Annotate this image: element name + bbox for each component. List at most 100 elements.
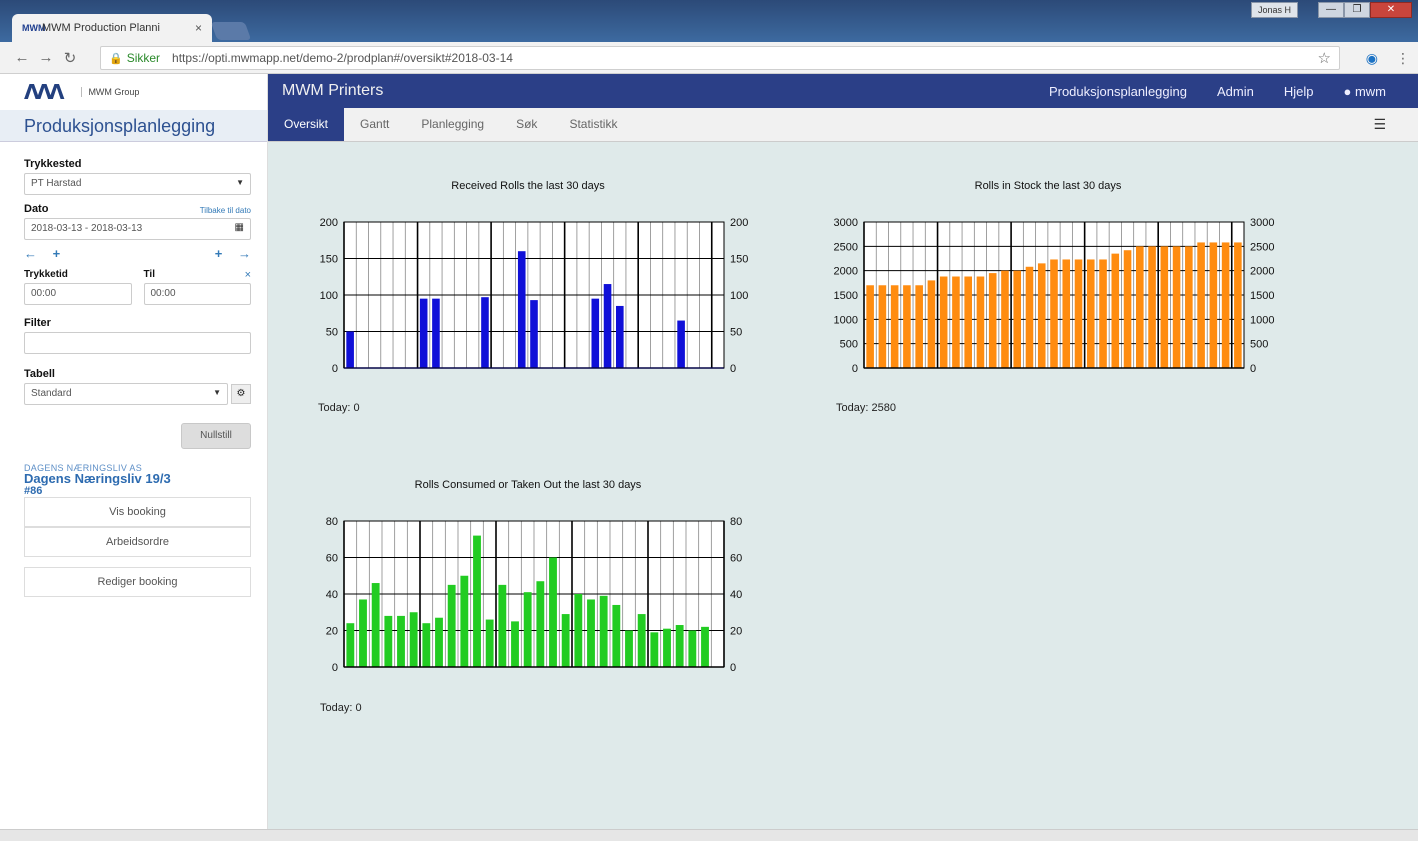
extension-icon[interactable]: ◉	[1366, 50, 1378, 67]
bar	[346, 331, 354, 368]
tab-statistikk[interactable]: Statistikk	[553, 108, 633, 141]
bar	[878, 285, 887, 368]
bar	[517, 251, 526, 368]
nullstill-button[interactable]: Nullstill	[181, 423, 251, 449]
app-root: ΛΛΛ MWM Group Produksjonsplanlegging Try…	[0, 74, 1418, 841]
browser-tab[interactable]: MWM MWM Production Planni ×	[12, 14, 212, 42]
bar	[952, 276, 960, 368]
minimize-button[interactable]: —	[1318, 2, 1344, 18]
filter-form: Trykkested PT Harstad ▼ Dato Tilbake til…	[0, 142, 267, 597]
forward-button[interactable]: →	[34, 49, 58, 66]
date-end-plus-icon[interactable]: +	[215, 246, 223, 261]
chevron-down-icon: ▼	[236, 178, 244, 187]
tab-planlegging[interactable]: Planlegging	[405, 108, 500, 141]
back-button[interactable]: ←	[10, 49, 34, 66]
top-navbar: MWM Printers Produksjonsplanlegging Admi…	[268, 74, 1418, 108]
y-tick-label-left: 2500	[834, 241, 858, 253]
nav-hjelp[interactable]: Hjelp	[1284, 84, 1314, 99]
bar	[675, 625, 684, 667]
bar	[1234, 242, 1242, 368]
address-bar[interactable]: 🔒 Sikker https://opti.mwmapp.net/demo-2/…	[100, 46, 1340, 70]
reload-button[interactable]: ↻	[58, 49, 82, 67]
tab-close-icon[interactable]: ×	[195, 21, 202, 35]
nav-user[interactable]: ● mwm	[1343, 84, 1386, 99]
bar	[561, 614, 570, 667]
nav-admin[interactable]: Admin	[1217, 84, 1254, 99]
bar	[530, 300, 538, 368]
user-icon: ●	[1343, 83, 1352, 99]
main-content: MWM Printers Produksjonsplanlegging Admi…	[268, 74, 1418, 841]
bookmark-star-icon[interactable]: ☆	[1318, 49, 1331, 67]
date-range-value: 2018-03-13 - 2018-03-13	[31, 223, 143, 234]
bar	[637, 614, 646, 667]
y-tick-label-right: 150	[730, 254, 748, 266]
bar	[422, 623, 431, 667]
tab-gantt[interactable]: Gantt	[344, 108, 405, 141]
profile-badge[interactable]: Jonas H	[1250, 2, 1298, 18]
dato-reset-link[interactable]: Tilbake til dato	[200, 206, 251, 215]
y-tick-label-right: 2500	[1250, 241, 1274, 253]
bar	[650, 632, 659, 667]
filter-label: Filter	[24, 317, 51, 329]
y-tick-label-right: 2000	[1250, 266, 1274, 278]
y-tick-label-left: 0	[332, 363, 338, 375]
trykketid-label: Trykketid	[24, 269, 68, 280]
bar	[612, 604, 621, 667]
y-tick-label-right: 100	[730, 290, 748, 302]
brand-title[interactable]: MWM Printers	[282, 82, 383, 100]
y-tick-label-right: 60	[730, 553, 742, 565]
bar	[988, 273, 997, 368]
bar	[435, 617, 443, 667]
trykketid-to-input[interactable]: 00:00	[143, 283, 251, 305]
tabell-select[interactable]: Standard ▼	[24, 383, 228, 405]
y-tick-label-right: 1500	[1250, 290, 1274, 302]
browser-menu-icon[interactable]: ⋮	[1396, 50, 1410, 67]
browser-titlebar: MWM MWM Production Planni × Jonas H — ❐ …	[0, 0, 1418, 42]
tabell-label: Tabell	[24, 368, 55, 380]
new-tab-button[interactable]	[210, 22, 252, 40]
calendar-icon[interactable]: ▦	[235, 222, 244, 233]
nav-produksjonsplanlegging[interactable]: Produksjonsplanlegging	[1049, 84, 1187, 99]
date-step-controls: ← + + →	[24, 246, 251, 261]
bar	[1123, 250, 1132, 368]
hamburger-menu-icon[interactable]: ☰	[1373, 108, 1386, 141]
date-start-plus-icon[interactable]: +	[53, 246, 61, 261]
rediger-booking-button[interactable]: Rediger booking	[24, 567, 251, 597]
close-window-button[interactable]: ✕	[1370, 2, 1412, 18]
url-text[interactable]: https://opti.mwmapp.net/demo-2/prodplan#…	[172, 51, 513, 65]
chevron-down-icon: ▼	[213, 388, 221, 397]
clear-time-icon[interactable]: ×	[245, 269, 251, 281]
bar	[498, 584, 507, 667]
y-tick-label-left: 0	[852, 363, 858, 375]
window-bottom-edge	[0, 829, 1418, 841]
window-controls: — ❐ ✕	[1318, 2, 1412, 18]
bar	[663, 628, 671, 667]
filter-input[interactable]	[24, 332, 251, 354]
bar	[964, 276, 972, 368]
trykkested-select[interactable]: PT Harstad ▼	[24, 173, 251, 195]
tab-sok[interactable]: Søk	[500, 108, 553, 141]
y-tick-label-left: 50	[326, 327, 338, 339]
arbeidsordre-button[interactable]: Arbeidsordre	[24, 527, 251, 557]
date-next-arrow-icon[interactable]: →	[238, 246, 251, 261]
bar	[1037, 263, 1046, 368]
bar	[460, 575, 469, 667]
trykketid-from-input[interactable]: 00:00	[24, 283, 132, 305]
y-tick-label-right: 50	[730, 327, 742, 339]
bar	[511, 621, 519, 667]
maximize-button[interactable]: ❐	[1344, 2, 1370, 18]
tab-title: MWM Production Planni	[42, 22, 160, 34]
booking-title[interactable]: Dagens Næringsliv 19/3	[24, 472, 250, 485]
bar	[1209, 242, 1218, 368]
y-tick-label-left: 80	[326, 516, 338, 528]
vis-booking-button[interactable]: Vis booking	[24, 497, 251, 527]
date-prev-arrow-icon[interactable]: ←	[24, 246, 37, 261]
tab-oversikt[interactable]: Oversikt	[268, 108, 345, 141]
bar	[599, 595, 608, 667]
bar	[591, 298, 600, 368]
date-range-input[interactable]: 2018-03-13 - 2018-03-13 ▦	[24, 218, 251, 240]
gear-icon[interactable]: ⚙	[231, 384, 251, 404]
y-tick-label-left: 3000	[834, 217, 858, 229]
bar	[409, 612, 418, 667]
y-tick-label-right: 1000	[1250, 314, 1274, 326]
